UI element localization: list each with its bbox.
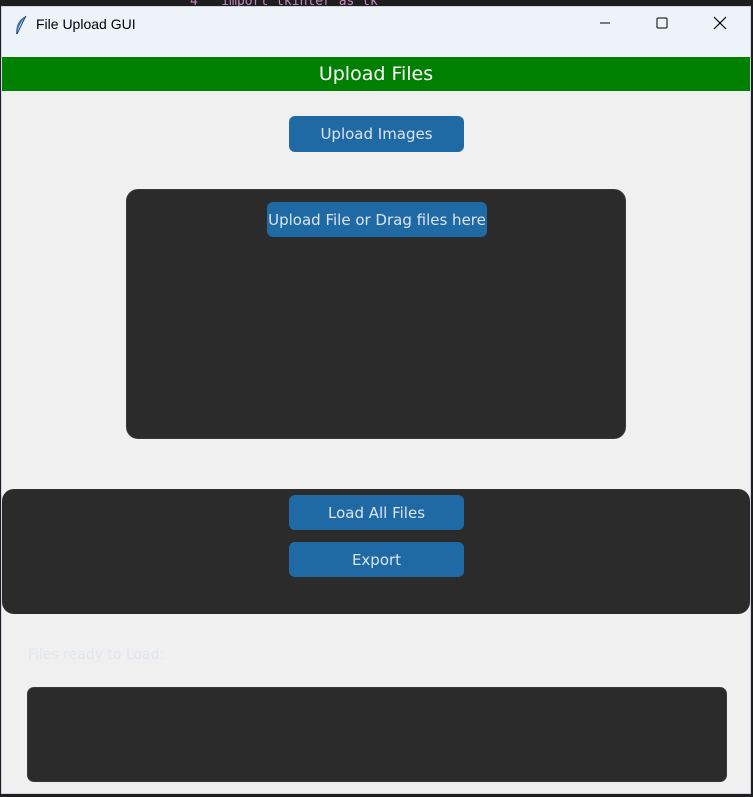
close-icon <box>713 16 727 35</box>
files-ready-list[interactable] <box>27 687 727 782</box>
file-drop-zone[interactable]: Upload File or Drag files here <box>126 189 626 439</box>
maximize-icon <box>656 16 668 34</box>
window-title: File Upload GUI <box>36 16 136 32</box>
page-title: Upload Files <box>318 63 434 85</box>
action-panel: Load All Files Export <box>2 489 750 614</box>
minimize-button[interactable] <box>576 7 634 43</box>
export-button[interactable]: Export <box>289 542 464 577</box>
app-window: File Upload GUI Upload Files Upload Imag… <box>1 6 751 794</box>
title-bar[interactable]: File Upload GUI <box>2 7 750 57</box>
close-button[interactable] <box>691 7 749 43</box>
minimize-icon <box>599 16 611 34</box>
load-all-files-button[interactable]: Load All Files <box>289 495 464 530</box>
page-header: Upload Files <box>2 57 750 91</box>
upload-file-button[interactable]: Upload File or Drag files here <box>267 202 487 237</box>
feather-icon <box>13 15 29 37</box>
upload-images-button[interactable]: Upload Images <box>289 116 464 152</box>
files-ready-label: Files ready to Load: <box>28 647 165 663</box>
maximize-button[interactable] <box>633 7 691 43</box>
